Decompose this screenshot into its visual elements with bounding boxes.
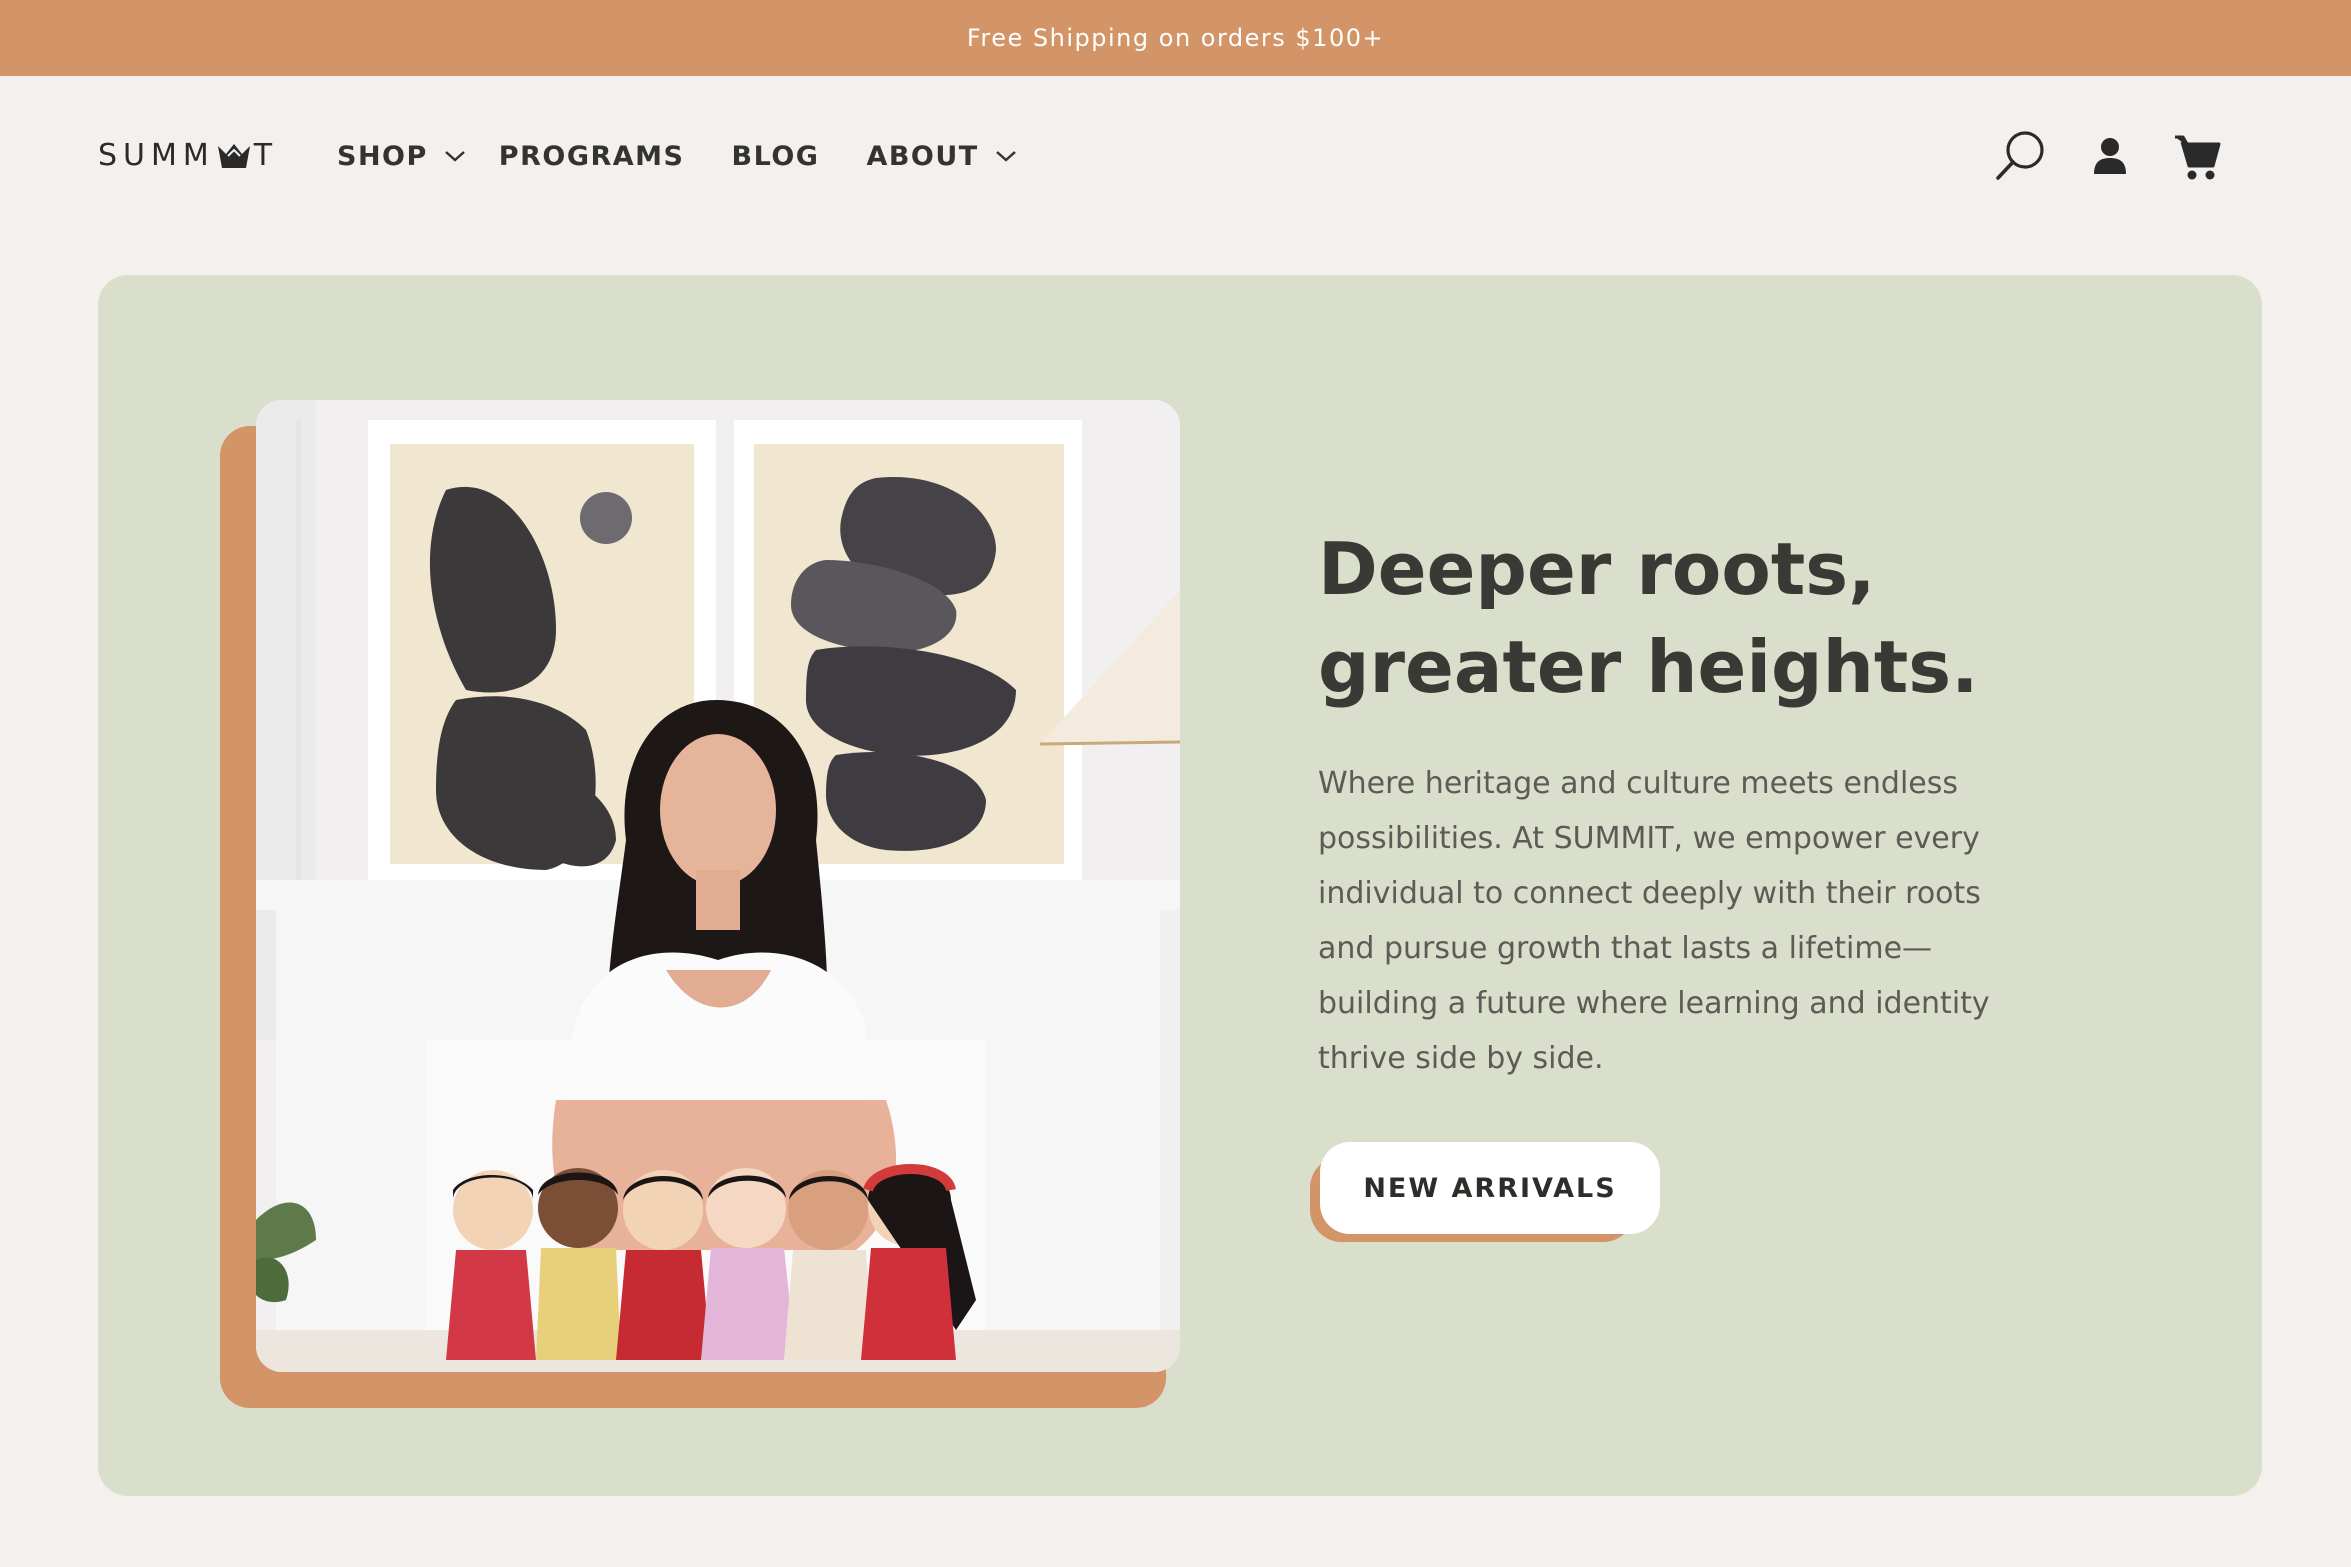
new-arrivals-button[interactable]: NEW ARRIVALS [1320,1142,1660,1234]
brand-logo[interactable]: SUMM T [98,138,278,173]
nav-item-label: BLOG [731,140,820,172]
search-button[interactable] [1993,128,2049,184]
nav-item-label: PROGRAMS [498,140,685,172]
nav-item-shop[interactable]: SHOP [337,141,466,172]
main-nav: SHOP PROGRAMS BLOG ABOUT [337,136,1017,176]
nav-item-label: SHOP [337,140,428,172]
cart-button[interactable] [2169,128,2225,184]
announcement-text: Free Shipping on orders $100+ [966,24,1385,52]
founder-with-dolls-image [256,400,1180,1372]
nav-item-label: ABOUT [866,140,979,172]
nav-item-programs[interactable]: PROGRAMS [499,141,685,172]
cta-container: NEW ARRIVALS [1310,1142,1660,1242]
nav-item-blog[interactable]: BLOG [732,141,820,172]
logo-text-left: SUMM [98,138,215,173]
account-button[interactable] [2082,128,2138,184]
announcement-bar: Free Shipping on orders $100+ [0,0,2351,76]
cart-icon [2175,135,2221,180]
hero-headline-line-1: Deeper roots, [1318,527,1876,611]
nav-item-about[interactable]: ABOUT [866,141,1016,172]
hero-headline-line-2: greater heights. [1318,625,1979,709]
chevron-down-icon [995,151,1016,162]
mountain-logo-icon [217,143,250,168]
chevron-down-icon [444,151,465,162]
hero-headline: Deeper roots, greater heights. [1318,520,2118,716]
hero-description: Where heritage and culture meets endless… [1318,766,1990,1076]
logo-text-right: T [253,138,279,173]
search-icon [1996,131,2044,180]
account-icon [2094,138,2126,174]
hero-photo [256,400,1180,1372]
